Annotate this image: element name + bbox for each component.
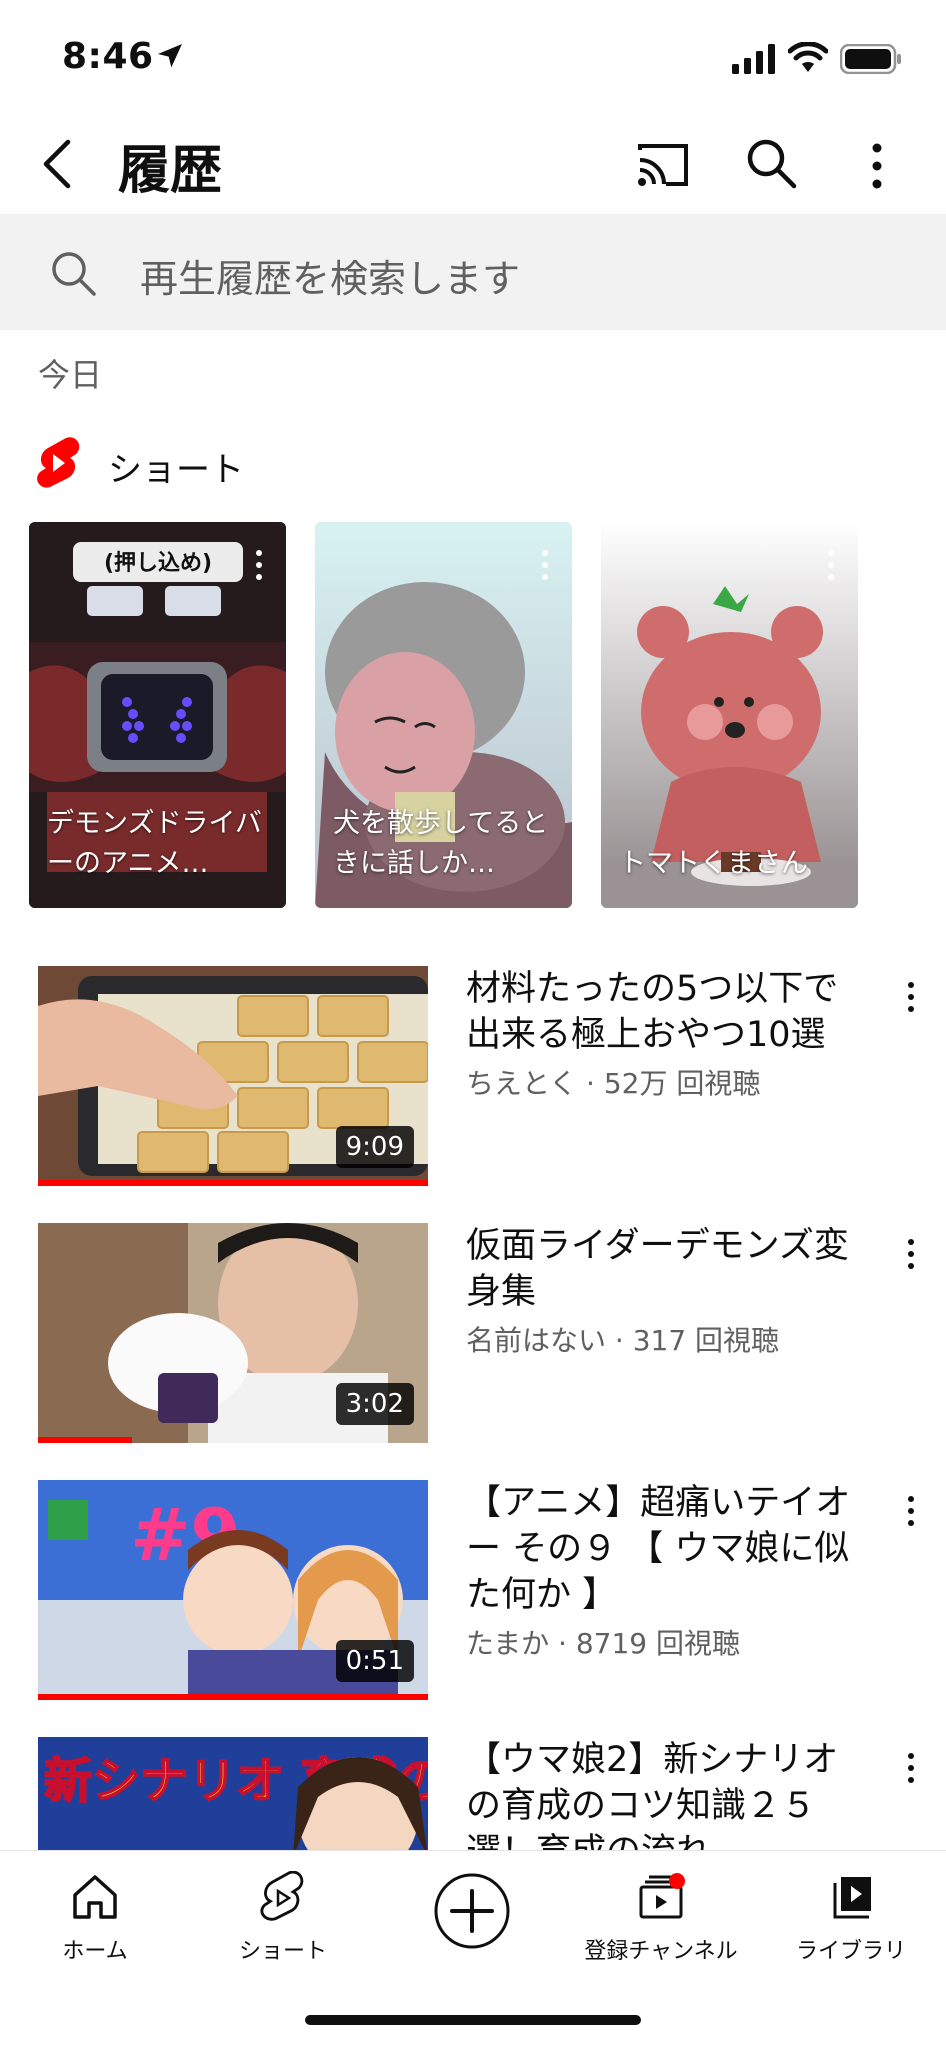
- nav-subscriptions[interactable]: 登録チャンネル: [576, 1871, 746, 1981]
- more-vert-icon[interactable]: [824, 548, 838, 582]
- more-vert-icon[interactable]: [538, 548, 552, 582]
- status-bar: 8:46: [0, 0, 946, 110]
- search-icon[interactable]: [744, 136, 798, 190]
- more-vert-icon[interactable]: [904, 980, 918, 1014]
- nav-shorts[interactable]: ショート: [198, 1871, 368, 1981]
- video-thumbnail[interactable]: #9 0:51: [38, 1480, 428, 1700]
- section-heading-today: 今日: [38, 356, 103, 394]
- subscriptions-icon: [639, 1873, 685, 1919]
- history-search-bar[interactable]: 再生履歴を検索します: [0, 214, 946, 330]
- more-vert-icon[interactable]: [904, 1237, 918, 1271]
- home-indicator: [305, 2015, 641, 2025]
- cast-icon[interactable]: [636, 142, 690, 188]
- bottom-navigation: ホーム ショート 登録チャンネル ライブラリ: [0, 1850, 946, 2048]
- video-title[interactable]: 【アニメ】超痛いテイオー その９ 【 ウマ娘に似た何か 】: [466, 1480, 866, 1618]
- more-vert-icon[interactable]: [904, 1494, 918, 1528]
- video-meta: たまか · 8719 回視聴: [466, 1627, 741, 1660]
- short-card[interactable]: (押し込め) デモンズドライバーのアニメ…: [29, 522, 286, 908]
- short-title: 犬を散歩してるときに話しか…: [333, 808, 549, 879]
- video-title[interactable]: 材料たったの5つ以下で出来る極上おやつ10選: [466, 966, 866, 1058]
- short-thumb-caption: (押し込め): [104, 550, 212, 576]
- short-title: デモンズドライバーのアニメ…: [47, 808, 262, 879]
- more-vert-icon[interactable]: [862, 138, 892, 194]
- video-info: 材料たったの5つ以下で出来る極上おやつ10選 ちえとく · 52万 回視聴: [466, 966, 866, 1102]
- more-vert-icon[interactable]: [252, 548, 266, 582]
- status-time: 8:46: [62, 36, 154, 77]
- video-meta: ちえとく · 52万 回視聴: [466, 1067, 761, 1100]
- home-icon: [73, 1875, 117, 1919]
- shorts-shelf: (押し込め) デモンズドライバーのアニメ… 犬を散歩してるときに話しか… トマト…: [29, 522, 929, 908]
- video-title[interactable]: 仮面ライダーデモンズ変身集: [466, 1223, 866, 1315]
- shorts-header: ショート: [36, 432, 436, 492]
- nav-home-label: ホーム: [62, 1939, 128, 1964]
- library-icon: [833, 1877, 871, 1919]
- shorts-icon: [260, 1871, 304, 1921]
- video-meta: 名前はない · 317 回視聴: [466, 1324, 780, 1357]
- nav-home[interactable]: ホーム: [10, 1871, 180, 1981]
- short-card[interactable]: トマトくまさん: [601, 522, 858, 908]
- video-info: 【アニメ】超痛いテイオー その９ 【 ウマ娘に似た何か 】 たまか · 8719…: [466, 1480, 866, 1662]
- video-info: 仮面ライダーデモンズ変身集 名前はない · 317 回視聴: [466, 1223, 866, 1359]
- nav-library-label: ライブラリ: [795, 1939, 906, 1964]
- wifi-icon: [788, 42, 828, 72]
- video-thumbnail[interactable]: 3:02: [38, 1223, 428, 1443]
- short-title: トマトくまさん: [619, 848, 808, 879]
- shorts-logo-icon: [37, 437, 80, 488]
- video-thumbnail[interactable]: 9:09: [38, 966, 428, 1186]
- video-duration: 9:09: [335, 1126, 414, 1168]
- more-vert-icon[interactable]: [904, 1751, 918, 1785]
- video-list-item[interactable]: #9 0:51 【アニメ】超痛いテイオー その９ 【 ウマ娘に似た何か 】 たま…: [38, 1480, 918, 1700]
- short-card[interactable]: 犬を散歩してるときに話しか…: [315, 522, 572, 908]
- watch-progress-bar: [38, 1437, 132, 1443]
- nav-library[interactable]: ライブラリ: [766, 1871, 936, 1981]
- nav-subscriptions-label: 登録チャンネル: [584, 1939, 738, 1964]
- shorts-heading: ショート: [108, 450, 244, 490]
- app-header: 履歴: [0, 110, 946, 214]
- watch-progress-bar: [38, 1694, 428, 1700]
- create-plus-icon[interactable]: [432, 1871, 512, 1951]
- search-input[interactable]: 再生履歴を検索します: [140, 248, 520, 303]
- watch-progress-bar: [38, 1180, 428, 1186]
- video-duration: 0:51: [335, 1640, 414, 1682]
- nav-shorts-label: ショート: [238, 1939, 327, 1964]
- location-arrow-icon: [158, 44, 182, 68]
- cellular-signal-icon: [732, 44, 775, 74]
- battery-icon: [840, 44, 901, 74]
- back-arrow-icon[interactable]: [38, 136, 78, 192]
- search-icon: [52, 252, 96, 296]
- video-list-item[interactable]: 3:02 仮面ライダーデモンズ変身集 名前はない · 317 回視聴: [38, 1223, 918, 1443]
- page-title: 履歴: [118, 141, 223, 201]
- video-list-item[interactable]: 9:09 材料たったの5つ以下で出来る極上おやつ10選 ちえとく · 52万 回…: [38, 966, 918, 1186]
- video-duration: 3:02: [335, 1383, 414, 1425]
